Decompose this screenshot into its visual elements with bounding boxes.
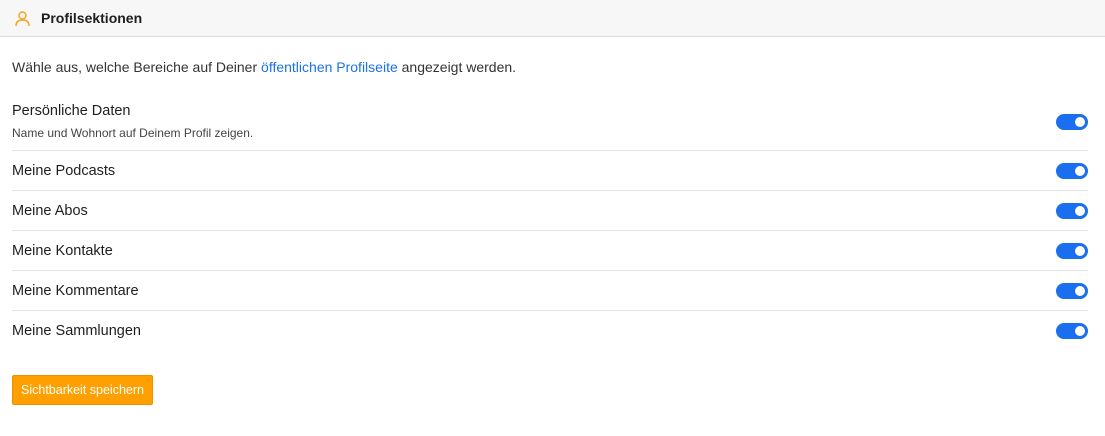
toggle-knob [1075, 117, 1085, 127]
intro-text-after: angezeigt werden. [397, 59, 517, 75]
list-item-subscriptions: Meine Abos [12, 191, 1088, 231]
list-item-description: Name und Wohnort auf Deinem Profil zeige… [12, 126, 254, 140]
list-item-label: Meine Kommentare [12, 282, 139, 299]
list-item-label: Meine Sammlungen [12, 323, 141, 339]
list-item-personal-data: Persönliche Daten Name und Wohnort auf D… [12, 102, 1088, 151]
toggle-knob [1075, 326, 1085, 336]
intro-text: Wähle aus, welche Bereiche auf Deiner öf… [12, 57, 1088, 77]
toggle-knob [1075, 205, 1085, 216]
list-item-text: Persönliche Daten Name und Wohnort auf D… [12, 102, 253, 140]
toggle-contacts[interactable] [1056, 242, 1088, 259]
toggle-knob [1075, 165, 1085, 176]
toggle-knob [1075, 245, 1085, 256]
section-content: Wähle aus, welche Bereiche auf Deiner öf… [0, 57, 1105, 405]
public-profile-link[interactable]: öffentlichen Profilseite [261, 59, 398, 75]
toggle-subscriptions[interactable] [1056, 202, 1088, 219]
toggle-knob [1075, 285, 1085, 296]
section-header: Profilsektionen [0, 0, 1105, 37]
list-item-collections: Meine Sammlungen [12, 311, 1088, 351]
list-item-label: Meine Podcasts [12, 162, 116, 179]
toggle-comments[interactable] [1056, 282, 1088, 299]
list-item-podcasts: Meine Podcasts [12, 151, 1088, 191]
toggle-collections[interactable] [1056, 323, 1088, 339]
section-title: Profilsektionen [41, 10, 143, 26]
save-visibility-button[interactable]: Sichtbarkeit speichern [12, 375, 153, 405]
list-item-label: Persönliche Daten [12, 103, 131, 119]
list-item-comments: Meine Kommentare [12, 271, 1088, 311]
list-item-label: Meine Abos [12, 202, 88, 219]
list-item-contacts: Meine Kontakte [12, 231, 1088, 271]
user-icon [14, 10, 31, 27]
profile-sections-list: Persönliche Daten Name und Wohnort auf D… [12, 102, 1088, 351]
list-item-label: Meine Kontakte [12, 242, 113, 259]
intro-text-before: Wähle aus, welche Bereiche auf Deiner [12, 59, 262, 75]
toggle-podcasts[interactable] [1056, 162, 1088, 179]
toggle-personal-data[interactable] [1056, 114, 1088, 130]
